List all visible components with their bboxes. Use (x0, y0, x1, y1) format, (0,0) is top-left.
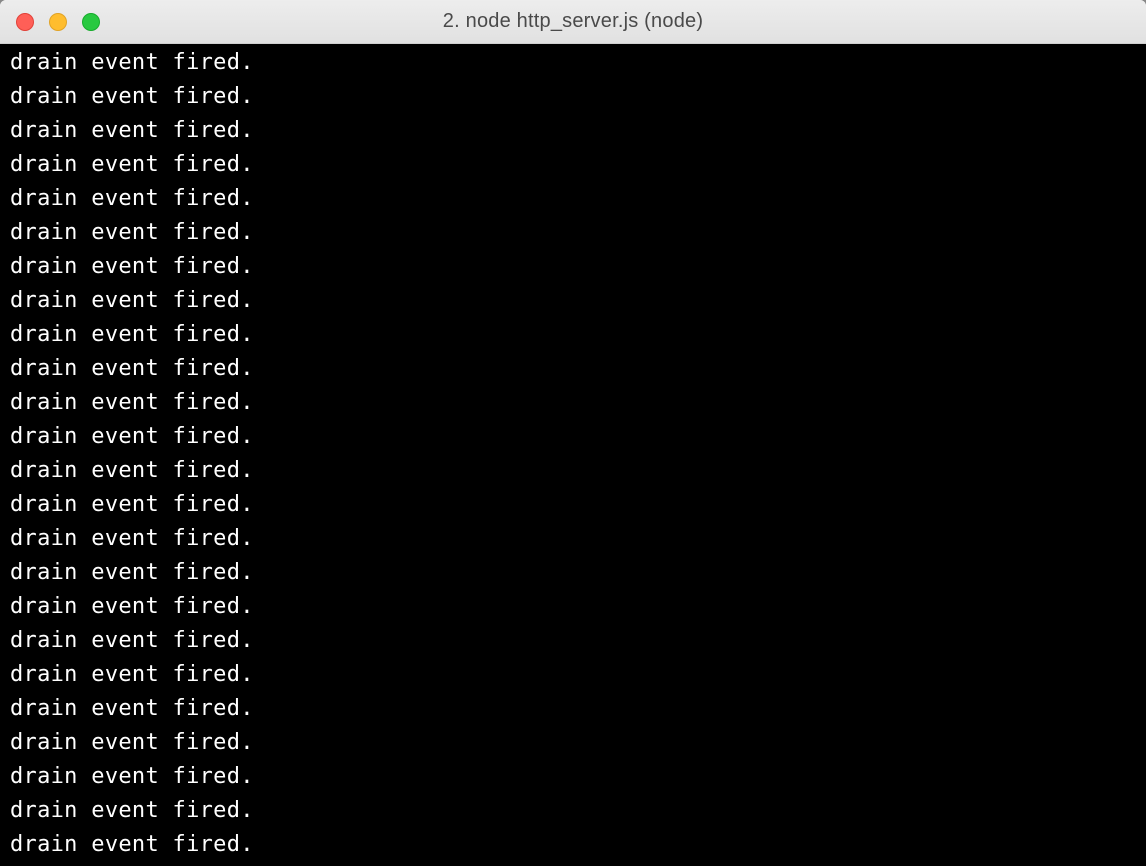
maximize-button[interactable] (82, 13, 100, 31)
terminal-line: drain event fired. (10, 590, 1136, 624)
terminal-line: drain event fired. (10, 454, 1136, 488)
terminal-line: drain event fired. (10, 250, 1136, 284)
terminal-line: drain event fired. (10, 182, 1136, 216)
terminal-line: drain event fired. (10, 522, 1136, 556)
terminal-line: drain event fired. (10, 216, 1136, 250)
terminal-line: drain event fired. (10, 794, 1136, 828)
terminal-line: drain event fired. (10, 386, 1136, 420)
window-title: 2. node http_server.js (node) (0, 10, 1146, 33)
terminal-line: drain event fired. (10, 658, 1136, 692)
terminal-line: drain event fired. (10, 284, 1136, 318)
terminal-line: drain event fired. (10, 692, 1136, 726)
terminal-line: drain event fired. (10, 318, 1136, 352)
traffic-lights (0, 13, 100, 31)
terminal-window: 2. node http_server.js (node) drain even… (0, 0, 1146, 866)
terminal-line: drain event fired. (10, 726, 1136, 760)
terminal-output[interactable]: drain event fired.drain event fired.drai… (0, 44, 1146, 866)
terminal-line: drain event fired. (10, 488, 1136, 522)
terminal-line: drain event fired. (10, 114, 1136, 148)
titlebar[interactable]: 2. node http_server.js (node) (0, 0, 1146, 44)
terminal-line: drain event fired. (10, 148, 1136, 182)
terminal-line: drain event fired. (10, 420, 1136, 454)
minimize-button[interactable] (49, 13, 67, 31)
terminal-line: drain event fired. (10, 624, 1136, 658)
terminal-line: drain event fired. (10, 828, 1136, 862)
terminal-line: drain event fired. (10, 556, 1136, 590)
terminal-line: drain event fired. (10, 80, 1136, 114)
terminal-line: drain event fired. (10, 760, 1136, 794)
terminal-line: drain event fired. (10, 352, 1136, 386)
terminal-line: drain event fired. (10, 46, 1136, 80)
close-button[interactable] (16, 13, 34, 31)
